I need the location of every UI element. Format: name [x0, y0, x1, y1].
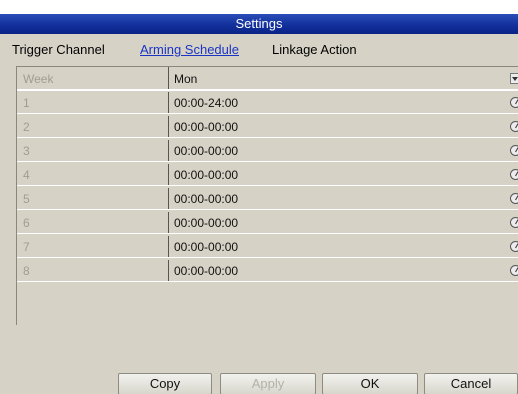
apply-button[interactable]: Apply — [220, 373, 316, 394]
period-time-field[interactable]: 00:00-00:00 — [170, 212, 518, 233]
tab-arming-schedule[interactable]: Arming Schedule — [140, 42, 239, 58]
period-number: 2 — [17, 116, 169, 137]
clock-icon[interactable] — [510, 217, 518, 228]
table-row: 6 00:00-00:00 — [17, 212, 518, 234]
period-time: 00:00-00:00 — [174, 168, 239, 182]
period-number: 5 — [17, 188, 169, 209]
period-time-field[interactable]: 00:00-24:00 — [170, 92, 518, 113]
week-value: Mon — [174, 72, 198, 86]
clock-icon[interactable] — [510, 97, 518, 108]
period-time-field[interactable]: 00:00-00:00 — [170, 116, 518, 137]
table-row: 8 00:00-00:00 — [17, 260, 518, 282]
period-number: 3 — [17, 140, 169, 161]
period-time-field[interactable]: 00:00-00:00 — [170, 236, 518, 257]
clock-icon[interactable] — [510, 169, 518, 180]
period-time: 00:00-00:00 — [174, 120, 239, 134]
ok-button[interactable]: OK — [322, 373, 418, 394]
clock-icon[interactable] — [510, 193, 518, 204]
period-time-field[interactable]: 00:00-00:00 — [170, 260, 518, 281]
table-row: 1 00:00-24:00 — [17, 92, 518, 114]
table-row: 2 00:00-00:00 — [17, 116, 518, 138]
period-time: 00:00-00:00 — [174, 240, 239, 254]
period-time: 00:00-24:00 — [174, 96, 239, 110]
week-label: Week — [17, 67, 169, 89]
settings-dialog: Settings Trigger Channel Arming Schedule… — [0, 0, 518, 394]
tab-trigger-channel[interactable]: Trigger Channel — [12, 42, 105, 58]
week-select[interactable]: Mon — [170, 67, 518, 89]
period-time-field[interactable]: 00:00-00:00 — [170, 140, 518, 161]
clock-icon[interactable] — [510, 145, 518, 156]
period-time-field[interactable]: 00:00-00:00 — [170, 164, 518, 185]
table-row: 7 00:00-00:00 — [17, 236, 518, 258]
dropdown-arrow-icon[interactable] — [510, 73, 518, 84]
period-number: 7 — [17, 236, 169, 257]
tab-bar: Trigger Channel Arming Schedule Linkage … — [0, 34, 518, 58]
period-number: 8 — [17, 260, 169, 281]
cancel-button[interactable]: Cancel — [424, 373, 518, 394]
period-number: 6 — [17, 212, 169, 233]
table-row: 3 00:00-00:00 — [17, 140, 518, 162]
period-number: 4 — [17, 164, 169, 185]
period-time-field[interactable]: 00:00-00:00 — [170, 188, 518, 209]
dialog-content: Trigger Channel Arming Schedule Linkage … — [0, 34, 518, 394]
copy-button[interactable]: Copy — [118, 373, 212, 394]
table-row: 4 00:00-00:00 — [17, 164, 518, 186]
period-number: 1 — [17, 92, 169, 113]
period-time: 00:00-00:00 — [174, 192, 239, 206]
period-time: 00:00-00:00 — [174, 144, 239, 158]
clock-icon[interactable] — [510, 121, 518, 132]
week-row: Week Mon — [17, 67, 518, 91]
dialog-title: Settings — [0, 14, 518, 34]
period-time: 00:00-00:00 — [174, 216, 239, 230]
table-row: 5 00:00-00:00 — [17, 188, 518, 210]
period-time: 00:00-00:00 — [174, 264, 239, 278]
clock-icon[interactable] — [510, 241, 518, 252]
tab-linkage-action[interactable]: Linkage Action — [272, 42, 357, 58]
clock-icon[interactable] — [510, 265, 518, 276]
schedule-table: Week Mon 1 00:00-24:00 2 00:00-00:00 3 0… — [16, 66, 518, 325]
